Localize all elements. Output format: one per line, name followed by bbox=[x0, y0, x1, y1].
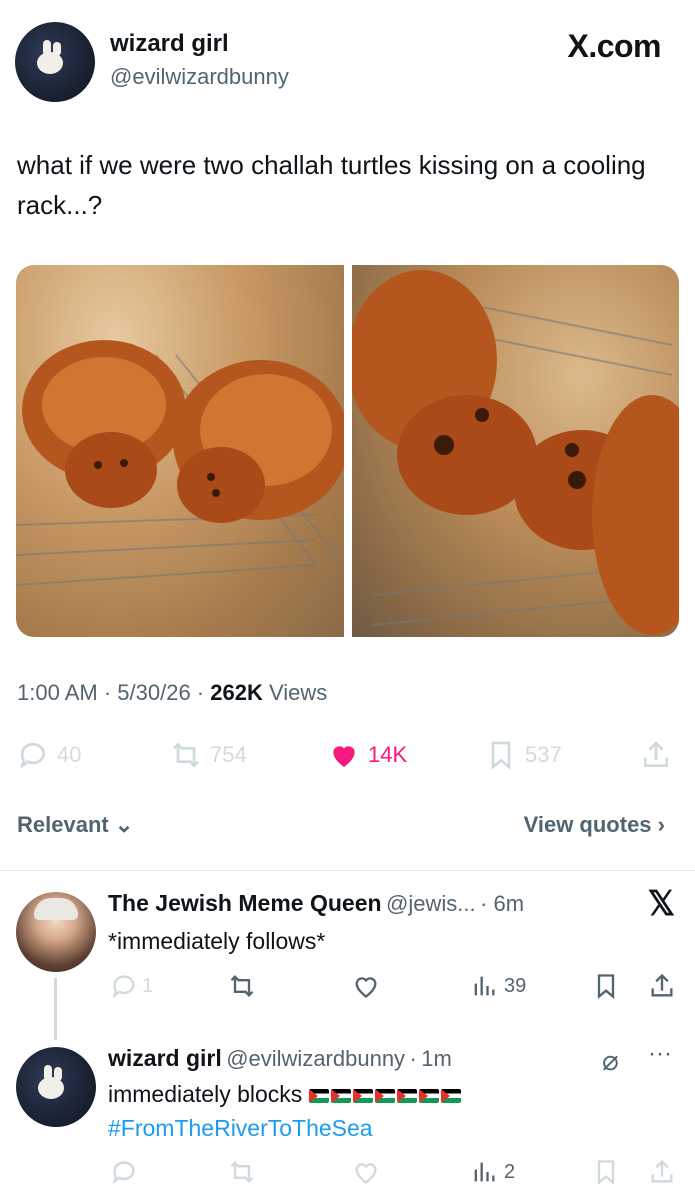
author-avatar[interactable] bbox=[15, 22, 95, 102]
chevron-down-icon: ⌄ bbox=[114, 812, 134, 837]
reply-avatar[interactable] bbox=[16, 1047, 96, 1127]
bookmark-icon bbox=[597, 974, 615, 999]
grok-icon[interactable]: ⌀ bbox=[602, 1044, 619, 1077]
reply-author-name[interactable]: wizard girl bbox=[108, 1045, 222, 1071]
reply-reply-button[interactable]: 1 bbox=[110, 972, 153, 1000]
share-icon bbox=[651, 973, 673, 997]
repost-icon bbox=[173, 742, 199, 768]
reply-bookmark-button[interactable] bbox=[592, 1158, 620, 1186]
reply-share-button[interactable] bbox=[648, 972, 676, 1000]
heart-filled-icon bbox=[333, 746, 355, 767]
share-icon bbox=[644, 741, 668, 767]
reply-header: wizard girl @evilwizardbunny · 1m bbox=[108, 1045, 452, 1071]
author-name[interactable]: wizard girl bbox=[110, 30, 229, 58]
reply-text: immediately blocks bbox=[108, 1081, 303, 1107]
reply-count: 40 bbox=[57, 742, 82, 767]
bookmark-icon bbox=[491, 741, 511, 770]
sort-label: Relevant bbox=[17, 812, 109, 837]
reply-text: *immediately follows* bbox=[108, 928, 326, 954]
palestine-flag-emojis bbox=[308, 1081, 463, 1107]
reply-views-count: 2 bbox=[504, 1160, 516, 1183]
palestine-flag-icon bbox=[374, 1088, 395, 1103]
view-quotes-link[interactable]: View quotes › bbox=[524, 812, 665, 838]
post-meta: 1:00 AM · 5/30/26 · 262K Views bbox=[17, 680, 328, 705]
post-photo-1[interactable] bbox=[16, 265, 344, 637]
share-button[interactable] bbox=[640, 738, 672, 772]
author-handle[interactable]: @evilwizardbunny bbox=[110, 64, 289, 90]
bookmark-button[interactable]: 537 bbox=[485, 738, 562, 772]
reply-views-button[interactable]: 2 bbox=[470, 1158, 515, 1186]
like-button[interactable]: 14K bbox=[328, 738, 407, 772]
reply-like-button[interactable] bbox=[352, 1158, 380, 1186]
reply-avatar[interactable] bbox=[16, 892, 96, 972]
sort-dropdown[interactable]: Relevant ⌄ bbox=[17, 812, 133, 838]
reply-author-handle[interactable]: @evilwizardbunny bbox=[226, 1046, 405, 1071]
chevron-right-icon: › bbox=[657, 812, 665, 837]
reply-repost-button[interactable] bbox=[228, 972, 256, 1000]
reply-icon bbox=[112, 975, 135, 999]
views-count: 262K bbox=[210, 680, 263, 705]
reply-icon bbox=[20, 742, 45, 769]
reply-views-count: 39 bbox=[504, 974, 527, 997]
reply-author-handle[interactable]: @jewis... bbox=[386, 891, 476, 916]
repost-icon bbox=[230, 1161, 254, 1183]
repost-count: 754 bbox=[210, 742, 247, 767]
post-date: 5/30/26 bbox=[117, 680, 191, 705]
reply-icon bbox=[112, 1161, 135, 1185]
reply-reply-count: 1 bbox=[142, 974, 154, 997]
analytics-icon bbox=[474, 976, 495, 996]
divider bbox=[0, 870, 695, 871]
hashtag-link[interactable]: #FromTheRiverToTheSea bbox=[108, 1115, 373, 1142]
reply-header: The Jewish Meme Queen @jewis... · 6m bbox=[108, 890, 525, 916]
palestine-flag-icon bbox=[440, 1088, 461, 1103]
post-time: 1:00 AM bbox=[17, 680, 98, 705]
palestine-flag-icon bbox=[396, 1088, 417, 1103]
bookmark-icon bbox=[597, 1160, 615, 1185]
more-icon[interactable]: ··· bbox=[648, 1040, 672, 1068]
thread-line bbox=[54, 978, 57, 1040]
like-count: 14K bbox=[368, 742, 408, 767]
repost-button[interactable]: 754 bbox=[170, 738, 247, 772]
palestine-flag-icon bbox=[330, 1088, 351, 1103]
repost-icon bbox=[230, 975, 254, 997]
x-logo-icon: 𝕏 bbox=[647, 885, 675, 923]
share-icon bbox=[651, 1159, 673, 1183]
reply-time: 6m bbox=[493, 891, 525, 916]
analytics-icon bbox=[474, 1162, 495, 1182]
reply-share-button[interactable] bbox=[648, 1158, 676, 1186]
post-text: what if we were two challah turtles kiss… bbox=[17, 150, 646, 220]
reply-bookmark-button[interactable] bbox=[592, 972, 620, 1000]
heart-icon bbox=[355, 1163, 377, 1184]
palestine-flag-icon bbox=[352, 1088, 373, 1103]
post-photo-2[interactable] bbox=[352, 265, 679, 637]
views-label: Views bbox=[268, 680, 328, 705]
reply-button[interactable]: 40 bbox=[17, 738, 81, 772]
reply-author-name[interactable]: The Jewish Meme Queen bbox=[108, 890, 382, 916]
reply-text-line: immediately blocks bbox=[108, 1081, 463, 1108]
reply-repost-button[interactable] bbox=[228, 1158, 256, 1186]
reply-like-button[interactable] bbox=[352, 972, 380, 1000]
bookmark-count: 537 bbox=[525, 742, 562, 767]
site-watermark: X.com bbox=[567, 28, 661, 64]
reply-time: 1m bbox=[421, 1046, 452, 1071]
reply-views-button[interactable]: 39 bbox=[470, 972, 526, 1000]
palestine-flag-icon bbox=[418, 1088, 439, 1103]
palestine-flag-icon bbox=[308, 1088, 329, 1103]
view-quotes-label: View quotes bbox=[523, 812, 652, 837]
reply-reply-button[interactable] bbox=[110, 1158, 138, 1186]
heart-icon bbox=[355, 977, 377, 998]
